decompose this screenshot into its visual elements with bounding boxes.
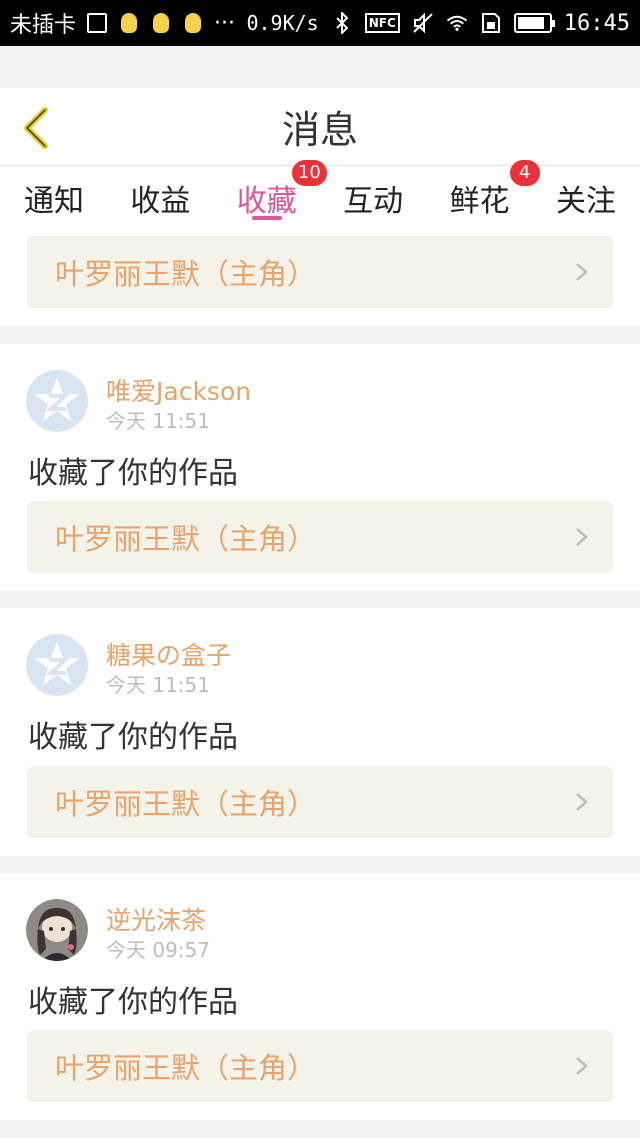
- work-title: 叶罗丽王默（主角）: [55, 1051, 317, 1085]
- wifi-icon: [446, 12, 468, 34]
- work-link[interactable]: 叶罗丽王默（主角）: [27, 501, 613, 573]
- nav-header: 消息: [0, 88, 640, 166]
- chevron-right-icon: [576, 528, 588, 546]
- status-bar: 未插卡 ··· 0.9K/s NFC 16:45: [0, 0, 640, 46]
- chevron-left-icon: [24, 107, 48, 149]
- qzone-z-avatar-icon: [26, 370, 88, 432]
- lightbulb-icon: [182, 12, 204, 34]
- page-title: 消息: [281, 108, 358, 152]
- nfc-icon: NFC: [364, 13, 400, 33]
- timestamp: 今天 11:51: [106, 673, 210, 697]
- chevron-right-icon: [576, 793, 588, 811]
- work-title: 叶罗丽王默（主角）: [55, 257, 317, 291]
- network-speed: 0.9K/s: [246, 11, 319, 35]
- work-title: 叶罗丽王默（主角）: [55, 522, 317, 556]
- work-link[interactable]: 叶罗丽王默（主角）: [27, 236, 613, 308]
- work-title: 叶罗丽王默（主角）: [55, 787, 317, 821]
- tab-favorites[interactable]: 收藏 10: [236, 160, 327, 224]
- action-text: 收藏了你的作品: [28, 985, 238, 1020]
- tab-label: 通知: [24, 184, 84, 219]
- list-item: 唯爱Jackson 今天 11:51 收藏了你的作品 叶罗丽王默（主角）: [0, 344, 640, 591]
- active-tab-indicator: [251, 216, 282, 220]
- tab-label: 收益: [130, 184, 191, 219]
- list-item: 糖果の盒子 今天 11:51 收藏了你的作品 叶罗丽王默（主角）: [0, 608, 640, 856]
- avatar[interactable]: [26, 899, 88, 961]
- list-item: 叶罗丽王默（主角）: [0, 224, 640, 326]
- tab-flowers[interactable]: 鲜花 4: [449, 160, 540, 224]
- timestamp: 今天 09:57: [106, 938, 210, 962]
- action-text: 收藏了你的作品: [28, 456, 238, 491]
- tab-bar: 通知 收益 收藏 10 互动 鲜花 4 关注: [0, 160, 640, 224]
- bluetooth-icon: [331, 12, 353, 34]
- avatar[interactable]: [26, 370, 88, 432]
- clock: 16:45: [563, 10, 630, 36]
- avatar[interactable]: [26, 634, 88, 696]
- user-name[interactable]: 唯爱Jackson: [106, 372, 251, 408]
- more-notifications: ···: [214, 10, 235, 36]
- user-name[interactable]: 逆光沫茶: [106, 901, 206, 937]
- tab-notice[interactable]: 通知: [24, 166, 84, 224]
- chevron-right-icon: [576, 1057, 588, 1075]
- tab-label: 关注: [555, 184, 616, 219]
- lightbulb-icon: [118, 12, 140, 34]
- tab-label: 互动: [343, 184, 404, 219]
- tab-follow[interactable]: 关注: [556, 166, 616, 224]
- back-button[interactable]: [16, 104, 56, 152]
- user-photo-avatar: [26, 899, 88, 961]
- lightbulb-icon: [150, 12, 172, 34]
- tab-label: 收藏: [236, 184, 297, 219]
- unread-badge: 10: [291, 160, 327, 186]
- tab-earnings[interactable]: 收益: [130, 166, 190, 224]
- work-link[interactable]: 叶罗丽王默（主角）: [27, 766, 613, 838]
- chevron-right-icon: [576, 263, 588, 281]
- carrier-label: 未插卡: [10, 13, 77, 38]
- work-link[interactable]: 叶罗丽王默（主角）: [27, 1030, 613, 1102]
- timestamp: 今天 11:51: [106, 409, 210, 433]
- qzone-z-avatar-icon: [26, 634, 88, 696]
- tab-label: 鲜花: [449, 184, 510, 219]
- unread-badge: 4: [509, 160, 540, 186]
- image-icon: [86, 12, 108, 34]
- mute-icon: [412, 12, 434, 34]
- action-text: 收藏了你的作品: [28, 720, 238, 755]
- sim-icon: [480, 12, 502, 34]
- tab-interaction[interactable]: 互动: [343, 166, 403, 224]
- list-item: 逆光沫茶 今天 09:57 收藏了你的作品 叶罗丽王默（主角）: [0, 873, 640, 1120]
- user-name[interactable]: 糖果の盒子: [106, 636, 231, 672]
- battery-icon: [513, 13, 555, 33]
